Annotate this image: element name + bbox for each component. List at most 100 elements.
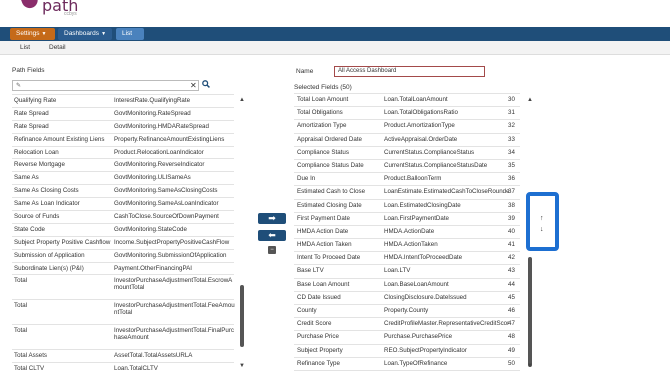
settings-menu-button[interactable]: Settings ▼	[10, 28, 55, 40]
move-up-icon[interactable]: ↑	[540, 215, 544, 222]
selected-field-path: LoanEstimate.EstimatedCashToCloseRounded	[384, 188, 509, 196]
selected-field-name: Amortization Type	[297, 122, 347, 130]
path-field-row[interactable]: State Code GovtMonitoring.StateCode	[12, 224, 234, 237]
path-field-name: Same As	[14, 174, 39, 182]
app-logo: path ccbys	[18, 0, 88, 22]
selected-field-row[interactable]: Compliance Status CurrentStatus.Complianc…	[294, 147, 520, 160]
path-field-row[interactable]: Subordinate Lien(s) (P&I) Payment.OtherFi…	[12, 263, 234, 276]
path-field-row[interactable]: Same As GovtMonitoring.ULISameAs	[12, 172, 234, 186]
path-field-path: Income.SubjectPropertyPositiveCashFlow	[114, 238, 230, 246]
selected-field-order: 40	[508, 227, 515, 235]
selected-field-path: CurrentStatus.ComplianceStatusDate	[384, 161, 488, 169]
path-field-row[interactable]: Reverse Mortgage GovtMonitoring.ReverseIn…	[12, 159, 234, 173]
selected-field-order: 33	[508, 135, 515, 143]
selected-field-name: Base Loan Amount	[297, 280, 350, 288]
selected-field-row[interactable]: Total Obligations Loan.TotalObligationsRa…	[294, 107, 520, 121]
selected-field-row[interactable]: Appraisal Ordered Date ActiveAppraisal.Or…	[294, 134, 520, 147]
path-field-row[interactable]: Total InvestorPurchaseAdjustmentTotal.Fin…	[12, 325, 235, 351]
path-field-name: Same As Loan Indicator	[14, 200, 80, 208]
path-field-row[interactable]: Rate Spread GovtMonitoring.HMDARateSpread	[12, 121, 234, 134]
selected-field-order: 50	[508, 359, 515, 367]
remove-all-button[interactable]: −	[268, 246, 276, 254]
selected-field-row[interactable]: County Property.County 46	[294, 305, 520, 319]
path-field-row[interactable]: Total InvestorPurchaseAdjustmentTotal.Fee…	[12, 300, 235, 326]
path-field-name: Submission of Application	[14, 251, 85, 259]
scroll-thumb[interactable]	[240, 285, 244, 347]
selected-field-row[interactable]: Purchase Price Purchase.PurchasePrice 48	[294, 331, 520, 345]
remove-field-button[interactable]: ⬅	[258, 230, 286, 241]
path-field-row[interactable]: Rate Spread GovtMonitoring.RateSpread	[12, 108, 234, 121]
scroll-down-icon[interactable]: ▼	[527, 363, 533, 369]
selected-field-row[interactable]: Subject Property REO.SubjectPropertyIndic…	[294, 345, 520, 358]
path-field-path: InvestorPurchaseAdjustmentTotal.FeeAmoun…	[114, 302, 235, 317]
path-field-path: AssetTotal.TotalAssetsURLA	[114, 352, 193, 360]
selected-field-row[interactable]: HMDA Action Taken HMDA.ActionTaken 41	[294, 239, 520, 253]
selected-field-row[interactable]: CD Date Issued ClosingDisclosure.DateIssu…	[294, 292, 520, 305]
path-field-name: Total	[14, 277, 28, 285]
selected-field-row[interactable]: Credit Score CreditProfileMaster.Represen…	[294, 318, 520, 332]
path-field-row[interactable]: Total InvestorPurchaseAdjustmentTotal.Esc…	[12, 275, 234, 301]
selected-field-order: 49	[508, 346, 515, 354]
dashboards-menu-button[interactable]: Dashboards ▼	[58, 28, 112, 40]
selected-field-row[interactable]: Intent To Proceed Date HMDA.IntentToProce…	[294, 252, 520, 266]
selected-field-row[interactable]: Compliance Status Date CurrentStatus.Comp…	[294, 160, 520, 174]
path-field-path: InvestorPurchaseAdjustmentTotal.FinalPur…	[114, 327, 235, 342]
path-field-row[interactable]: Relocation Loan Product.RelocationLoanInd…	[12, 147, 234, 160]
selected-field-row[interactable]: Base Loan Amount Loan.BaseLoanAmount 44	[294, 279, 520, 292]
selected-field-path: HMDA.IntentToProceedDate	[384, 254, 463, 262]
selected-field-row[interactable]: Base LTV Loan.LTV 43	[294, 265, 520, 279]
selected-field-row[interactable]: HMDA Action Date HMDA.ActionDate 40	[294, 226, 520, 240]
path-field-row[interactable]: Same As Loan Indicator GovtMonitoring.Sam…	[12, 198, 234, 212]
scroll-down-icon[interactable]: ▼	[239, 363, 245, 369]
path-field-row[interactable]: Refinance Amount Existing Liens Property.…	[12, 134, 234, 147]
move-down-icon[interactable]: ↓	[540, 226, 544, 233]
selected-field-path: REO.SubjectPropertyIndicator	[384, 346, 467, 354]
path-field-path: GovtMonitoring.SameAsLoanIndicator	[114, 200, 219, 208]
selected-field-name: County	[297, 307, 317, 314]
path-field-name: Rate Spread	[14, 109, 49, 117]
path-field-row[interactable]: Source of Funds CashToClose.SourceOfDownP…	[12, 211, 234, 224]
selected-field-order: 34	[508, 148, 515, 156]
path-field-row[interactable]: Subject Property Positive Cashflow Income…	[12, 237, 234, 250]
selected-field-row[interactable]: Due In Product.BalloonTerm 36	[294, 173, 520, 187]
selected-field-row[interactable]: Estimated Cash to Close LoanEstimate.Esti…	[294, 186, 520, 200]
path-field-name: State Code	[14, 225, 45, 233]
selected-field-path: Loan.TotalObligationsRatio	[384, 109, 458, 117]
name-label: Name	[296, 68, 314, 75]
arrow-right-icon: ➡	[268, 213, 276, 223]
selected-field-name: Compliance Status Date	[297, 161, 364, 169]
selected-field-row[interactable]: Amortization Type Product.AmortizationTyp…	[294, 120, 520, 134]
selected-field-name: Refinance Type	[297, 359, 340, 367]
scroll-thumb[interactable]	[528, 257, 532, 367]
path-fields-search-input[interactable]: ✎	[12, 80, 199, 91]
list-menu-button[interactable]: List▼	[116, 28, 144, 49]
path-field-name: Total	[14, 302, 28, 310]
selected-field-row[interactable]: Estimated Closing Date Loan.EstimatedClos…	[294, 200, 520, 213]
path-field-row[interactable]: Same As Closing Costs GovtMonitoring.Same…	[12, 185, 234, 199]
selected-field-row[interactable]: Refinance Type Loan.TypeOfRefinance 50	[294, 358, 520, 371]
path-field-path: GovtMonitoring.ULISameAs	[114, 174, 191, 182]
selected-field-row[interactable]: First Payment Date Loan.FirstPaymentDate 3…	[294, 213, 520, 226]
scroll-up-icon[interactable]: ▲	[239, 97, 245, 103]
subnav-detail-link[interactable]: Detail	[49, 44, 66, 51]
path-field-path: GovtMonitoring.SameAsClosingCosts	[114, 187, 218, 195]
selected-field-row[interactable]: Total Loan Amount Loan.TotalLoanAmount 30	[294, 94, 520, 108]
selected-field-path: CurrentStatus.ComplianceStatus	[384, 148, 475, 156]
path-fields-scrollbar[interactable]: ▲ ▼	[239, 97, 245, 373]
clear-search-icon[interactable]: ✕	[190, 81, 197, 90]
selected-field-path: ClosingDisclosure.DateIssued	[384, 293, 467, 301]
path-field-path: GovtMonitoring.ReverseIndicator	[114, 161, 205, 169]
path-field-row[interactable]: Submission of Application GovtMonitoring.…	[12, 250, 234, 263]
scroll-up-icon[interactable]: ▲	[527, 97, 533, 103]
logo-subtext: ccbys	[64, 11, 77, 17]
search-icon[interactable]	[202, 80, 210, 88]
dashboard-name-input[interactable]: All Access Dashboard	[334, 66, 485, 77]
selected-fields-table: Total Loan Amount Loan.TotalLoanAmount 30 T…	[294, 93, 520, 371]
path-field-row[interactable]: Total CLTV Loan.TotalCLTV	[12, 363, 234, 374]
path-field-row[interactable]: Total Assets AssetTotal.TotalAssetsURLA	[12, 350, 234, 364]
path-field-row[interactable]: Qualifying Rate InterestRate.QualifyingRa…	[12, 95, 234, 108]
subnav-list-link[interactable]: List	[20, 44, 30, 51]
path-field-path: Product.RelocationLoanIndicator	[114, 148, 204, 156]
add-field-button[interactable]: ➡	[258, 213, 286, 224]
selected-field-path: Loan.LTV	[384, 267, 411, 275]
